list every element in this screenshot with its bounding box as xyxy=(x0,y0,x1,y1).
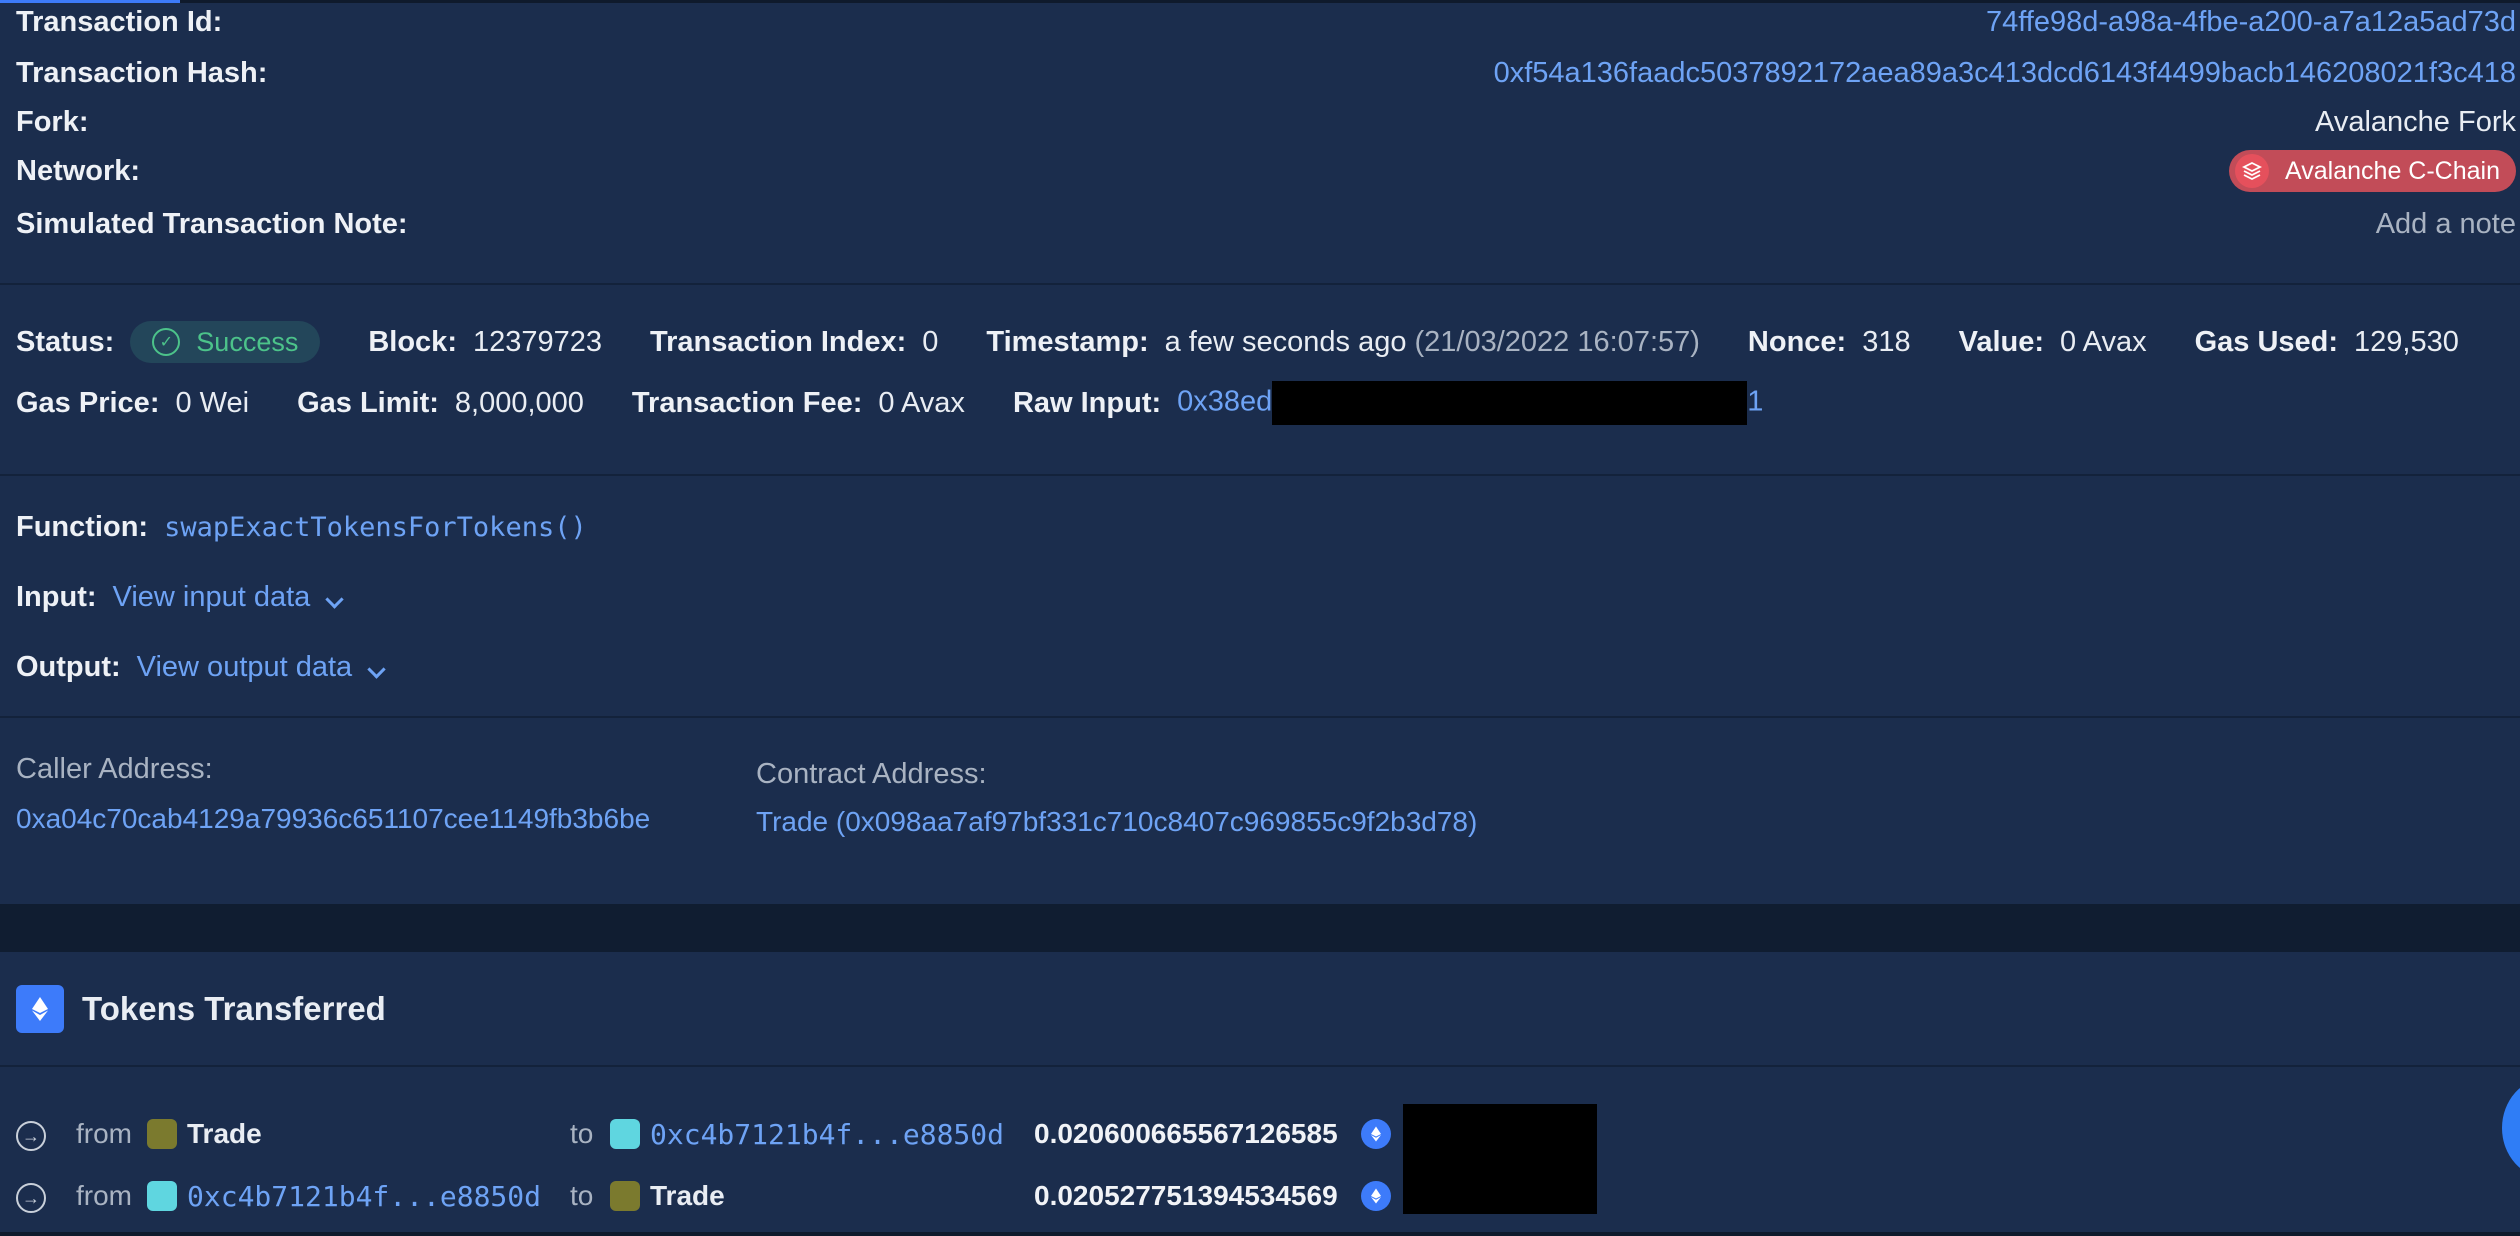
add-note-field[interactable]: Add a note xyxy=(2376,208,2516,241)
from-word: from xyxy=(76,1180,132,1211)
view-output-data-toggle[interactable]: View output data xyxy=(136,650,386,684)
divider xyxy=(0,283,2520,285)
divider xyxy=(0,1065,2520,1067)
layers-icon xyxy=(2235,154,2270,188)
token-ethereum-icon xyxy=(1361,1181,1391,1211)
tx-index-label: Transaction Index: xyxy=(650,325,907,358)
transfer-from[interactable]: 0xc4b7121b4f...e8850d xyxy=(187,1174,541,1218)
tx-index-value: 0 xyxy=(922,325,939,358)
nonce-value: 318 xyxy=(1862,325,1911,358)
ethereum-icon xyxy=(16,985,64,1033)
network-value: Avalanche C-Chain xyxy=(2285,156,2500,185)
trade-avatar-icon xyxy=(147,1119,177,1149)
gas-used-value: 129,530 xyxy=(2354,325,2459,358)
check-circle-icon: ✓ xyxy=(152,328,181,356)
stats-row-1: Status: ✓ Success Block: 12379723 Transact… xyxy=(16,319,2459,365)
address-avatar-icon xyxy=(147,1181,177,1211)
output-label: Output: xyxy=(16,650,121,683)
view-input-data-label: View input data xyxy=(112,580,311,613)
gas-limit-label: Gas Limit: xyxy=(297,386,439,419)
transfer-to[interactable]: Trade xyxy=(650,1174,725,1218)
gas-limit-value: 8,000,000 xyxy=(454,386,584,419)
status-value: Success xyxy=(196,326,299,357)
function-label: Function: xyxy=(16,510,149,543)
input-row: Input: View input data xyxy=(16,576,344,618)
address-avatar-icon xyxy=(610,1119,640,1149)
status-badge: ✓ Success xyxy=(130,321,321,363)
caller-address-label: Caller Address: xyxy=(16,753,213,785)
divider xyxy=(0,716,2520,718)
transaction-hash-label: Transaction Hash: xyxy=(16,56,268,89)
chevron-down-icon xyxy=(367,659,386,679)
network-badge: Avalanche C-Chain xyxy=(2229,150,2516,192)
to-word: to xyxy=(570,1180,594,1211)
status-label: Status: xyxy=(16,325,115,358)
value-label: Value: xyxy=(1958,325,2045,358)
gas-price-label: Gas Price: xyxy=(16,386,160,419)
nonce-label: Nonce: xyxy=(1747,325,1847,358)
gas-price-value: 0 Wei xyxy=(175,386,250,419)
input-label: Input: xyxy=(16,580,97,613)
value-value: 0 Avax xyxy=(2060,325,2147,358)
timestamp-relative: a few seconds ago xyxy=(1164,325,1407,358)
note-row: Simulated Transaction Note: Add a note xyxy=(16,204,2516,244)
redacted-block xyxy=(1272,381,1748,425)
transaction-hash-value[interactable]: 0xf54a136faadc5037892172aea89a3c413dcd61… xyxy=(1494,57,2516,90)
caller-address-link[interactable]: 0xa04c70cab4129a79936c651107cee1149fb3b6… xyxy=(16,803,650,835)
view-input-data-toggle[interactable]: View input data xyxy=(112,580,344,614)
transaction-hash-row: Transaction Hash: 0xf54a136faadc50378921… xyxy=(16,53,2516,93)
timestamp-label: Timestamp: xyxy=(986,325,1149,358)
transfer-from[interactable]: Trade xyxy=(187,1112,262,1156)
block-label: Block: xyxy=(368,325,457,358)
network-row: Network: Avalanche C-Chain xyxy=(16,150,2516,192)
tx-fee-label: Transaction Fee: xyxy=(631,386,863,419)
section-spacer xyxy=(0,904,2520,952)
note-label: Simulated Transaction Note: xyxy=(16,207,408,240)
redacted-block xyxy=(1403,1104,1597,1214)
fork-row: Fork: Avalanche Fork xyxy=(16,102,2516,142)
token-ethereum-icon xyxy=(1361,1119,1391,1149)
transfer-to[interactable]: 0xc4b7121b4f...e8850d xyxy=(650,1112,1004,1156)
chevron-down-icon xyxy=(325,589,344,609)
transaction-id-label: Transaction Id: xyxy=(16,5,223,38)
gas-used-label: Gas Used: xyxy=(2194,325,2339,358)
block-value: 12379723 xyxy=(472,325,603,358)
network-label: Network: xyxy=(16,154,141,187)
transaction-id-value[interactable]: 74ffe98d-a98a-4fbe-a200-a7a12a5ad73d xyxy=(1986,6,2516,39)
tx-fee-value: 0 Avax xyxy=(878,386,965,419)
tokens-transferred-header: Tokens Transferred xyxy=(16,985,386,1033)
output-row: Output: View output data xyxy=(16,646,386,688)
arrow-right-circle-icon: → xyxy=(16,1183,46,1213)
transfer-amount: 0.020600665567126585 xyxy=(1034,1118,1338,1149)
raw-input-value[interactable]: 0x38ed 1 xyxy=(1177,381,1763,425)
contract-address-label: Contract Address: xyxy=(756,758,987,790)
timestamp-absolute: (21/03/2022 16:07:57) xyxy=(1414,325,1700,358)
from-word: from xyxy=(76,1118,132,1149)
raw-input-label: Raw Input: xyxy=(1012,386,1162,419)
view-output-data-label: View output data xyxy=(136,650,353,683)
floating-action-button[interactable] xyxy=(2502,1078,2520,1178)
fork-value: Avalanche Fork xyxy=(2315,105,2516,138)
contract-address-link[interactable]: Trade (0x098aa7af97bf331c710c8407c969855… xyxy=(756,806,1477,838)
bottom-border xyxy=(0,1232,2520,1236)
divider xyxy=(0,474,2520,476)
trade-avatar-icon xyxy=(610,1181,640,1211)
arrow-right-circle-icon: → xyxy=(16,1121,46,1151)
stats-row-2: Gas Price: 0 Wei Gas Limit: 8,000,000 Tran… xyxy=(16,380,1811,426)
raw-input-prefix: 0x38ed xyxy=(1177,385,1273,418)
raw-input-suffix: 1 xyxy=(1747,385,1764,418)
to-word: to xyxy=(570,1118,594,1149)
fork-label: Fork: xyxy=(16,105,89,138)
transfer-amount: 0.020527751394534569 xyxy=(1034,1180,1338,1211)
tokens-transferred-title: Tokens Transferred xyxy=(82,990,386,1027)
function-row: Function: swapExactTokensForTokens() xyxy=(16,506,587,548)
function-name[interactable]: swapExactTokensForTokens() xyxy=(164,512,587,543)
transaction-id-row: Transaction Id: 74ffe98d-a98a-4fbe-a200-… xyxy=(16,2,2516,42)
